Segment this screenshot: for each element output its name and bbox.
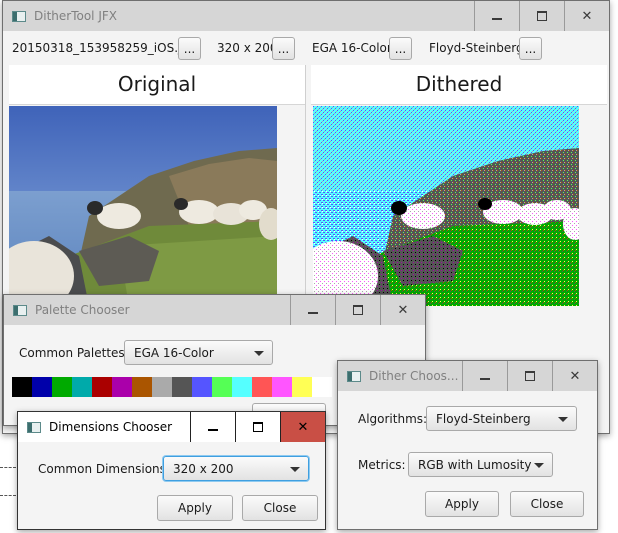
- palette-swatch: [12, 377, 32, 397]
- minimize-icon: [480, 378, 490, 380]
- minimize-icon: [308, 312, 318, 314]
- algorithm-select[interactable]: Floyd-Steinberg: [426, 406, 577, 431]
- maximize-icon: [537, 11, 547, 21]
- dither-close-button[interactable]: Close: [510, 491, 584, 517]
- dither-chooser-window: Dither Choos... ✕ Algorithms: Floyd-Stei…: [337, 360, 598, 530]
- palette-swatches: [12, 377, 332, 397]
- maximize-icon: [353, 305, 363, 315]
- palette-select[interactable]: EGA 16-Color: [124, 340, 273, 365]
- dimensions-chooser-title: Dimensions Chooser: [49, 420, 173, 434]
- original-header: Original: [9, 65, 305, 105]
- minimize-button[interactable]: [190, 412, 235, 442]
- close-icon: ✕: [297, 419, 309, 435]
- dither-apply-button[interactable]: Apply: [425, 491, 499, 517]
- close-icon: ✕: [397, 302, 409, 318]
- dimensions-close-button[interactable]: Close: [242, 495, 318, 521]
- chevron-down-icon: [290, 466, 300, 472]
- maximize-button[interactable]: [507, 361, 552, 391]
- app-icon: [13, 304, 27, 316]
- palette-chooser-titlebar: Palette Chooser ✕: [4, 295, 425, 325]
- dithered-header: Dithered: [311, 65, 607, 105]
- chevron-down-icon: [534, 462, 544, 468]
- maximize-button[interactable]: [519, 1, 564, 31]
- dither-chooser-title: Dither Choos...: [369, 369, 459, 383]
- maximize-icon: [253, 422, 263, 432]
- close-icon: ✕: [581, 8, 593, 24]
- palette-label: EGA 16-Color: [312, 41, 392, 55]
- palette-swatch: [152, 377, 172, 397]
- metrics-label: Metrics:: [358, 458, 406, 472]
- close-button[interactable]: ✕: [280, 412, 325, 442]
- dimensions-chooser-window: Dimensions Chooser ✕ Common Dimensions: …: [17, 411, 326, 530]
- dithered-image: [313, 106, 579, 306]
- dimensions-select[interactable]: 320 x 200: [163, 456, 309, 481]
- main-window-title: DitherTool JFX: [34, 9, 117, 23]
- palette-chooser-title: Palette Chooser: [35, 303, 130, 317]
- close-button[interactable]: ✕: [552, 361, 597, 391]
- palette-swatch: [32, 377, 52, 397]
- dimensions-apply-button[interactable]: Apply: [157, 495, 233, 521]
- palette-swatch: [192, 377, 212, 397]
- minimize-icon: [208, 429, 218, 431]
- app-icon: [12, 10, 26, 22]
- palette-swatch: [292, 377, 312, 397]
- app-icon: [347, 370, 361, 382]
- palette-swatch: [92, 377, 112, 397]
- palette-swatch: [232, 377, 252, 397]
- minimize-button[interactable]: [474, 1, 519, 31]
- dimensions-label: 320 x 200: [217, 41, 278, 55]
- algorithm-select-value: Floyd-Steinberg: [436, 411, 531, 426]
- algorithms-label: Algorithms:: [358, 412, 428, 426]
- dither-chooser-titlebar: Dither Choos... ✕: [338, 361, 597, 391]
- app-icon: [27, 421, 41, 433]
- minimize-button[interactable]: [462, 361, 507, 391]
- palette-chooser-button[interactable]: ...: [389, 37, 412, 60]
- dimensions-chooser-titlebar: Dimensions Chooser ✕: [18, 412, 325, 442]
- palette-swatch: [52, 377, 72, 397]
- palette-swatch: [312, 377, 332, 397]
- palette-swatch: [172, 377, 192, 397]
- maximize-icon: [525, 371, 535, 381]
- palette-swatch: [272, 377, 292, 397]
- close-icon: ✕: [569, 368, 581, 384]
- main-titlebar: DitherTool JFX ✕: [3, 1, 609, 31]
- metric-select[interactable]: RGB with Lumosity: [408, 452, 553, 477]
- file-name-label: 20150318_153958259_iOS.jpg: [12, 41, 197, 55]
- palette-swatch: [112, 377, 132, 397]
- dimensions-chooser-button[interactable]: ...: [272, 37, 295, 60]
- palette-swatch: [252, 377, 272, 397]
- metric-select-value: RGB with Lumosity: [418, 457, 532, 472]
- browse-file-button[interactable]: ...: [178, 37, 201, 60]
- minimize-icon: [492, 18, 502, 20]
- chevron-down-icon: [254, 350, 264, 356]
- maximize-button[interactable]: [235, 412, 280, 442]
- close-button[interactable]: ✕: [564, 1, 609, 31]
- original-image: [9, 106, 277, 306]
- palette-select-value: EGA 16-Color: [134, 345, 214, 360]
- palette-swatch: [212, 377, 232, 397]
- common-dimensions-label: Common Dimensions:: [38, 462, 170, 476]
- palette-swatch: [132, 377, 152, 397]
- common-palettes-label: Common Palettes:: [19, 346, 129, 360]
- maximize-button[interactable]: [335, 295, 380, 325]
- dither-chooser-button[interactable]: ...: [519, 37, 542, 60]
- minimize-button[interactable]: [290, 295, 335, 325]
- palette-swatch: [72, 377, 92, 397]
- algorithm-label: Floyd-Steinberg: [429, 41, 524, 55]
- close-button[interactable]: ✕: [380, 295, 425, 325]
- chevron-down-icon: [558, 416, 568, 422]
- dimensions-select-value: 320 x 200: [173, 461, 234, 476]
